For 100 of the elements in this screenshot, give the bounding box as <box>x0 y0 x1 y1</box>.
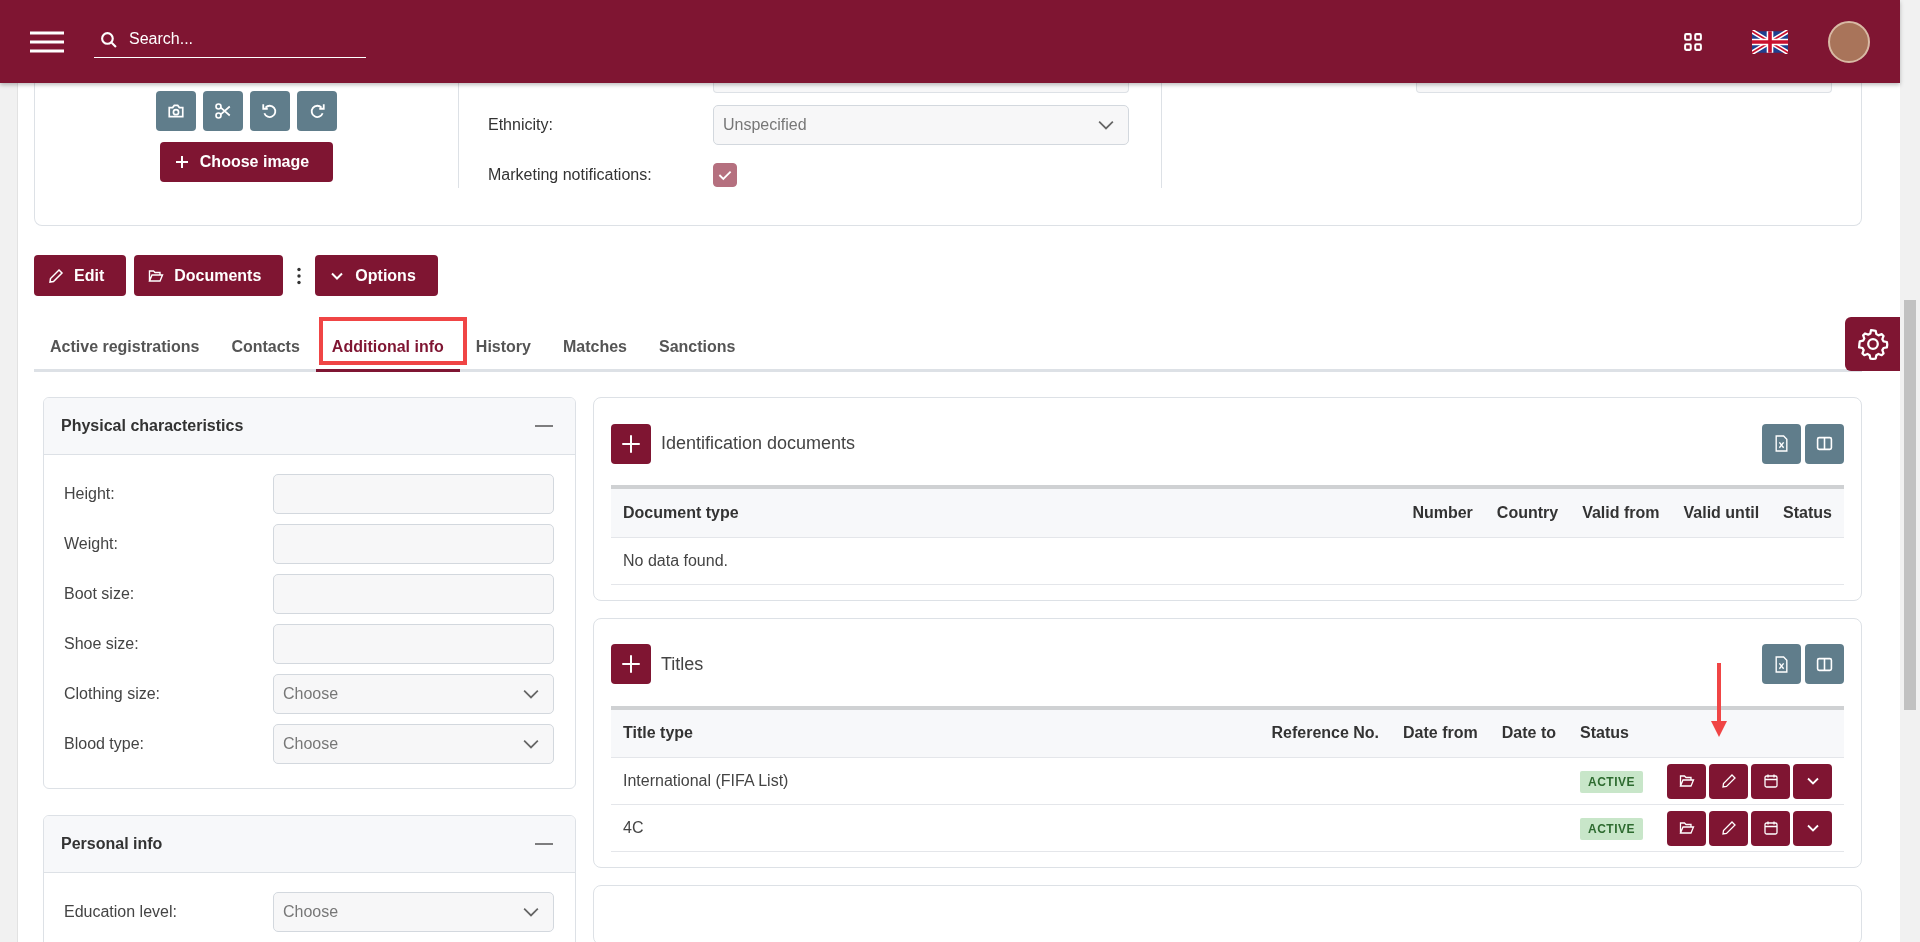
folder-icon <box>1678 773 1695 789</box>
folder-icon <box>1678 820 1695 836</box>
table-cell: 4C <box>623 819 644 836</box>
input-field[interactable] <box>713 83 1129 93</box>
column-header: Document type <box>611 487 1401 537</box>
column-header: Number <box>1400 487 1485 537</box>
panel-title: Physical characteristics <box>61 417 244 435</box>
camera-icon <box>167 102 185 120</box>
options-button[interactable]: Options <box>315 255 438 296</box>
panel-title: Titles <box>661 653 704 675</box>
select-field[interactable]: Choose <box>273 724 554 764</box>
edit-button[interactable] <box>1709 763 1748 799</box>
undo-button[interactable] <box>250 91 290 131</box>
field-label: Boot size: <box>64 585 136 603</box>
select-field[interactable]: Choose <box>273 892 554 932</box>
field-label: Ethnicity: <box>488 116 554 134</box>
column-header: Date to <box>1489 707 1568 758</box>
scrollbar[interactable] <box>1900 0 1920 942</box>
table-cell: International (FIFA List) <box>623 772 789 789</box>
camera-button[interactable] <box>156 91 196 131</box>
tab[interactable]: Contacts <box>215 324 316 372</box>
input-field[interactable] <box>273 524 554 564</box>
select-field[interactable]: Unspecified <box>713 105 1129 145</box>
search-icon <box>100 30 117 48</box>
field-label: Shoe size: <box>64 635 140 653</box>
folder-button[interactable] <box>1667 763 1706 799</box>
more-icon[interactable] <box>297 266 302 285</box>
input-field[interactable] <box>273 474 554 514</box>
add-button[interactable] <box>611 423 651 464</box>
field-label: Blood type: <box>64 735 146 753</box>
calendar-icon <box>1762 820 1779 836</box>
column-header: Title type <box>611 707 1260 758</box>
status-badge: ACTIVE <box>1580 818 1643 840</box>
search-field[interactable]: Search... <box>127 29 347 49</box>
settings-icon <box>1856 328 1889 360</box>
tab[interactable]: Additional info <box>315 324 460 372</box>
plus-icon <box>621 654 641 674</box>
calendar-button[interactable] <box>1751 810 1790 846</box>
add-button[interactable] <box>611 644 651 684</box>
avatar[interactable] <box>1828 20 1870 63</box>
chevron-down-icon <box>523 907 539 917</box>
redo-button[interactable] <box>297 91 337 131</box>
input-field[interactable] <box>1416 83 1832 93</box>
columns-button[interactable] <box>1805 423 1844 464</box>
redo-icon <box>308 102 326 120</box>
excel-export-button[interactable] <box>1762 644 1801 684</box>
tab[interactable]: Sanctions <box>643 324 752 372</box>
settings-button[interactable] <box>1845 317 1900 371</box>
dropdown-button[interactable] <box>1793 810 1832 846</box>
column-header: Date from <box>1391 707 1490 758</box>
documents-button[interactable]: Documents <box>134 255 284 296</box>
tab[interactable]: History <box>459 324 547 372</box>
status-badge: ACTIVE <box>1580 771 1643 793</box>
calendar-icon <box>1762 773 1779 789</box>
pencil-icon <box>48 267 64 284</box>
edit-button[interactable] <box>1709 810 1748 846</box>
column-header: Country <box>1484 487 1571 537</box>
folder-button[interactable] <box>1667 810 1706 846</box>
pencil-icon <box>1720 773 1737 789</box>
select-field[interactable]: Choose <box>273 674 554 714</box>
column-header: Status <box>1771 487 1844 537</box>
plus-icon <box>173 154 190 170</box>
input-field[interactable] <box>273 624 554 664</box>
column-header: Status <box>1568 707 1655 758</box>
spreadsheet-icon <box>1773 655 1790 673</box>
field-label: Education level: <box>64 903 178 921</box>
scrollbar-thumb[interactable] <box>1904 300 1916 710</box>
empty-message: No data found. <box>611 537 1844 584</box>
checkbox[interactable] <box>713 163 737 187</box>
folder-icon <box>148 267 165 284</box>
menu-icon[interactable] <box>30 30 64 53</box>
scissors-icon <box>214 102 232 120</box>
excel-export-button[interactable] <box>1762 423 1801 464</box>
dropdown-button[interactable] <box>1793 763 1832 799</box>
column-header: Valid from <box>1570 487 1672 537</box>
tab[interactable]: Matches <box>546 324 643 372</box>
plus-icon <box>621 433 641 454</box>
grid-icon[interactable] <box>1684 32 1702 51</box>
chevron-down-icon <box>1098 120 1114 130</box>
flag-icon[interactable] <box>1752 29 1788 54</box>
input-field[interactable] <box>273 574 554 614</box>
pencil-icon <box>1720 820 1737 836</box>
scissors-button[interactable] <box>203 91 243 131</box>
chevron-down-icon <box>523 739 539 749</box>
field-label: Clothing size: <box>64 685 162 703</box>
column-header: Valid until <box>1671 487 1772 537</box>
column-header: Reference No. <box>1259 707 1392 758</box>
field-label: Height: <box>64 485 116 503</box>
spreadsheet-icon <box>1773 435 1790 452</box>
edit-button[interactable]: Edit <box>34 255 127 296</box>
field-label: Weight: <box>64 535 119 553</box>
panel-title: Identification documents <box>661 433 856 454</box>
choose-image-button[interactable]: Choose image <box>159 142 334 182</box>
columns-icon <box>1816 435 1833 452</box>
tab[interactable]: Active registrations <box>34 324 216 372</box>
undo-icon <box>261 102 279 120</box>
panel-title: Personal info <box>61 835 163 853</box>
columns-button[interactable] <box>1805 644 1844 684</box>
calendar-button[interactable] <box>1751 763 1790 799</box>
chevron-down-icon <box>523 689 539 699</box>
